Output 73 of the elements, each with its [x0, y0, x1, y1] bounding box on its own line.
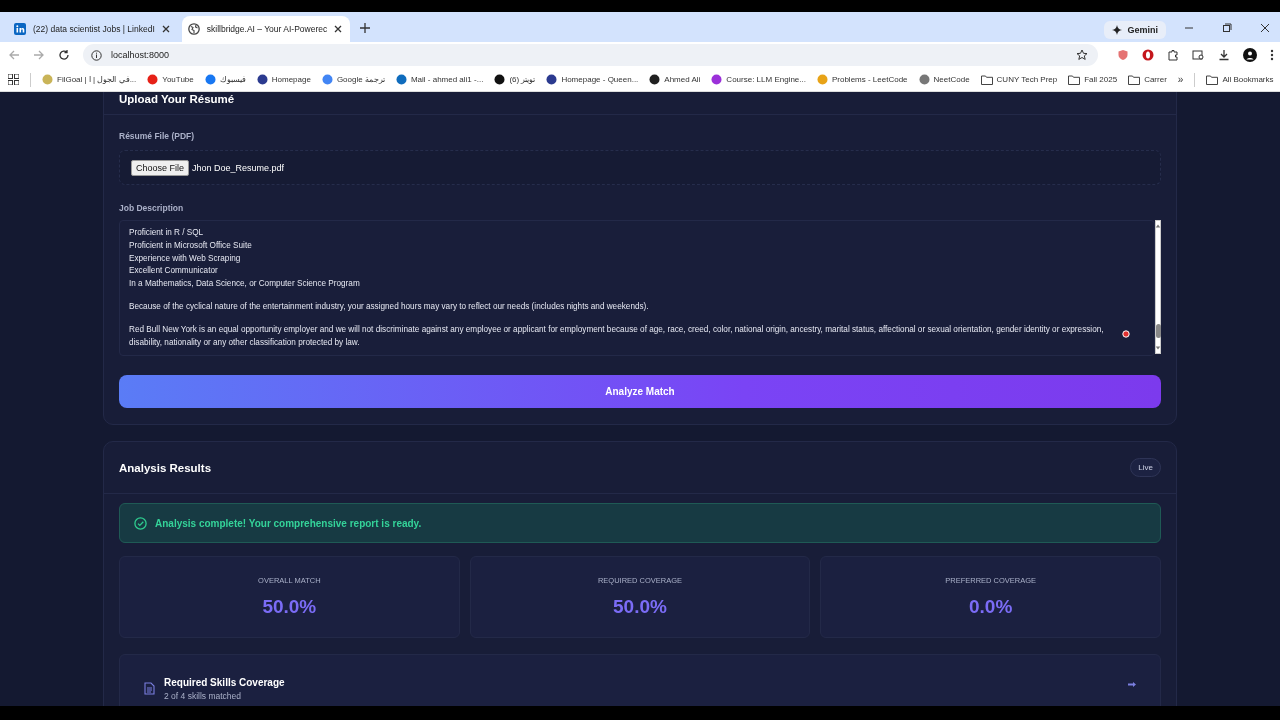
scrollbar-thumb[interactable] — [1155, 324, 1161, 338]
bookmark[interactable]: CUNY Tech Prep — [980, 74, 1058, 85]
document-icon — [144, 682, 155, 695]
bookmark[interactable]: Ahmed Ali — [649, 74, 701, 85]
alert-text: Analysis complete! Your comprehensive report is ready. — [155, 517, 422, 529]
gemini-button[interactable]: Gemini — [1104, 21, 1166, 39]
description-text: In a Mathematics, Data Science, or Computer Science Program — [129, 278, 361, 291]
bookmark[interactable]: Carrer — [1128, 74, 1167, 85]
scroll-down-icon[interactable] — [1155, 345, 1161, 351]
metric-value: 0.0% — [969, 596, 1013, 618]
bookmark[interactable]: تويتر (6) — [494, 74, 536, 85]
field-label: Résumé File (PDF) — [119, 131, 196, 141]
tab-title: skillbridge.AI – Your AI-Powerec — [206, 24, 328, 34]
description-text: Proficient in Microsoft Office Suite — [129, 239, 253, 252]
bookmark[interactable]: Google ترجمة — [321, 74, 385, 85]
address-bar[interactable]: localhost:8000 — [83, 44, 1098, 66]
close-icon[interactable] — [161, 25, 170, 33]
skills-subtitle: 2 of 4 skills matched — [164, 690, 242, 702]
all-bookmarks-button[interactable]: All Bookmarks — [1206, 74, 1274, 85]
bookmark[interactable]: FilGoal | في الجول | ا... — [42, 74, 137, 85]
info-icon — [91, 49, 102, 61]
bookmark[interactable]: Course: LLM Engine... — [711, 74, 806, 85]
bookmark[interactable]: NeetCode — [918, 74, 970, 85]
menu-icon[interactable] — [1270, 49, 1274, 61]
section-title: Analysis Results — [119, 461, 212, 474]
bookmark[interactable]: Homepage - Queen... — [546, 74, 639, 85]
close-icon[interactable] — [334, 25, 343, 33]
browser-tab[interactable]: skillbridge.AI – Your AI-Powerec — [181, 16, 351, 42]
reload-icon[interactable] — [58, 49, 70, 61]
file-input-field[interactable]: Choose File Jhon Doe_Resume.pdf — [119, 150, 1161, 185]
page-search-icon[interactable] — [1192, 49, 1205, 61]
metric-value: 50.0% — [262, 596, 317, 618]
live-badge: Live — [1130, 458, 1161, 477]
tab-title: (22) data scientist Jobs | LinkedI — [33, 24, 155, 34]
description-text: Red Bull New York is an equal opportunity employer and we will not discriminate against any employee or applicant for employment because of age, race, creed, color, national origin, ancestry, marital status, affectional or sexual orientation, gender identity or expression, disability, nationality or any other classification protected by law. — [129, 323, 1105, 349]
analyze-button[interactable]: Analyze Match — [119, 375, 1161, 408]
puzzle-icon[interactable] — [1167, 49, 1179, 61]
field-label: Job Description — [119, 203, 185, 213]
check-circle-icon — [134, 516, 147, 530]
description-text: Because of the cyclical nature of the entertainment industry, your assigned hours may vary to reflect our needs (includes nights and weekends). — [129, 301, 650, 313]
skills-title: Required Skills Coverage — [164, 677, 285, 689]
bookmark[interactable]: Fall 2025 — [1068, 74, 1118, 85]
bookmark[interactable]: Mail - ahmed ali1 -... — [395, 74, 484, 85]
section-title: Upload Your Résumé — [119, 93, 235, 105]
sparkle-icon — [1112, 25, 1123, 35]
avatar-icon[interactable] — [1243, 48, 1257, 62]
apps-icon[interactable] — [8, 74, 19, 85]
description-text: Excellent Communicator — [129, 265, 219, 278]
metric-value: 50.0% — [613, 596, 667, 618]
shield-icon[interactable] — [1117, 49, 1129, 61]
choose-file-button[interactable]: Choose File — [131, 159, 190, 176]
close-icon[interactable] — [1260, 23, 1270, 33]
description-text: Proficient in R / SQL — [129, 227, 205, 239]
scrollbar[interactable] — [1155, 220, 1161, 354]
job-description-field[interactable] — [119, 220, 1155, 356]
description-text: Experience with Web Scraping — [129, 252, 242, 265]
file-name: Jhon Doe_Resume.pdf — [192, 162, 285, 173]
download-icon[interactable] — [1218, 49, 1230, 61]
new-tab-icon[interactable] — [360, 23, 371, 33]
linkedin-icon — [14, 23, 26, 35]
restore-icon[interactable] — [1222, 23, 1232, 33]
bookmark[interactable]: Homepage — [256, 74, 311, 85]
bookmark[interactable]: فيسبوك — [204, 74, 246, 85]
scroll-up-icon[interactable] — [1155, 223, 1161, 229]
star-icon[interactable] — [1076, 49, 1088, 61]
browser-tab[interactable]: (22) data scientist Jobs | LinkedI — [8, 16, 178, 42]
globe-icon — [187, 23, 200, 35]
bookmark[interactable]: YouTube — [147, 74, 194, 85]
more-bookmarks-button[interactable]: » — [1177, 74, 1184, 85]
folder-icon — [1206, 74, 1219, 85]
arrow-icon[interactable] — [1128, 682, 1136, 687]
bookmark[interactable]: Problems - LeetCode — [816, 74, 908, 85]
status-dot-icon — [1122, 330, 1130, 338]
